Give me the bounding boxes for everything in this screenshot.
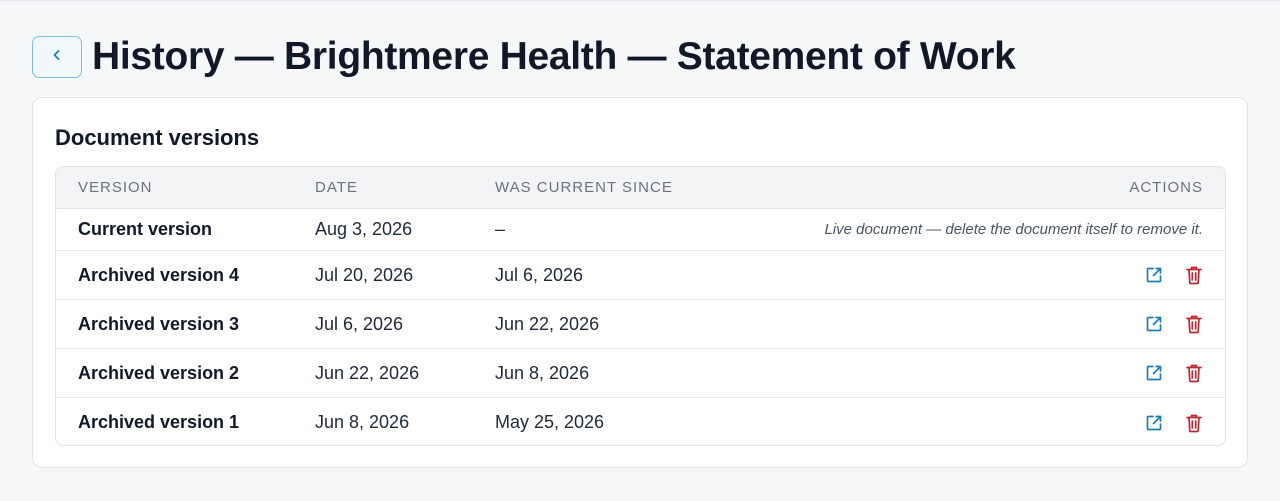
- column-header-date: Date: [315, 179, 358, 196]
- version-date: Jun 22, 2026: [315, 362, 420, 383]
- page-title: History — Brightmere Health — Statement …: [92, 35, 1016, 78]
- version-date: Aug 3, 2026: [315, 219, 413, 239]
- table-row: Archived version 2 Jun 22, 2026 Jun 8, 2…: [56, 349, 1225, 398]
- version-current-since: May 25, 2026: [495, 412, 605, 432]
- trash-icon[interactable]: [1183, 362, 1205, 384]
- external-link-icon[interactable]: [1143, 313, 1165, 335]
- table-row-current: Current version Aug 3, 2026 – Live docum…: [56, 209, 1225, 251]
- version-date: Jun 8, 2026: [315, 412, 410, 432]
- top-divider: [0, 0, 1280, 1]
- row-actions: [1143, 398, 1205, 445]
- table-row: Archived version 1 Jun 8, 2026 May 25, 2…: [56, 398, 1225, 445]
- row-actions: [1143, 300, 1205, 348]
- version-current-since: Jun 8, 2026: [495, 362, 590, 383]
- table-header: Version Date Was current since Actions: [56, 167, 1225, 209]
- row-actions: [1143, 349, 1205, 397]
- trash-icon[interactable]: [1183, 412, 1205, 434]
- external-link-icon[interactable]: [1143, 412, 1165, 434]
- chevron-left-icon: [50, 48, 64, 67]
- trash-icon[interactable]: [1183, 264, 1205, 286]
- table-row: Archived version 3 Jul 6, 2026 Jun 22, 2…: [56, 300, 1225, 349]
- version-current-since: –: [495, 219, 506, 239]
- column-header-actions: Actions: [1129, 179, 1203, 196]
- row-actions: [1143, 251, 1205, 299]
- back-button[interactable]: [32, 36, 82, 78]
- version-date: Jul 20, 2026: [315, 264, 414, 285]
- live-document-note: Live document — delete the document itse…: [824, 221, 1203, 238]
- versions-card: Document versions Version Date Was curre…: [32, 97, 1248, 468]
- table-row: Archived version 4 Jul 20, 2026 Jul 6, 2…: [56, 251, 1225, 300]
- version-label: Archived version 3: [78, 313, 240, 334]
- version-current-since: Jul 6, 2026: [495, 264, 584, 285]
- version-current-since: Jun 22, 2026: [495, 313, 600, 334]
- trash-icon[interactable]: [1183, 313, 1205, 335]
- external-link-icon[interactable]: [1143, 264, 1165, 286]
- card-title: Document versions: [55, 125, 260, 150]
- external-link-icon[interactable]: [1143, 362, 1165, 384]
- version-label: Archived version 4: [78, 264, 240, 285]
- version-label: Current version: [78, 219, 213, 239]
- version-label: Archived version 1: [78, 412, 240, 432]
- column-header-since: Was current since: [495, 179, 673, 196]
- version-label: Archived version 2: [78, 362, 240, 383]
- column-header-version: Version: [78, 179, 153, 196]
- page-header: History — Brightmere Health — Statement …: [32, 36, 1016, 78]
- versions-table: Version Date Was current since Actions C…: [55, 166, 1226, 446]
- version-date: Jul 6, 2026: [315, 313, 404, 334]
